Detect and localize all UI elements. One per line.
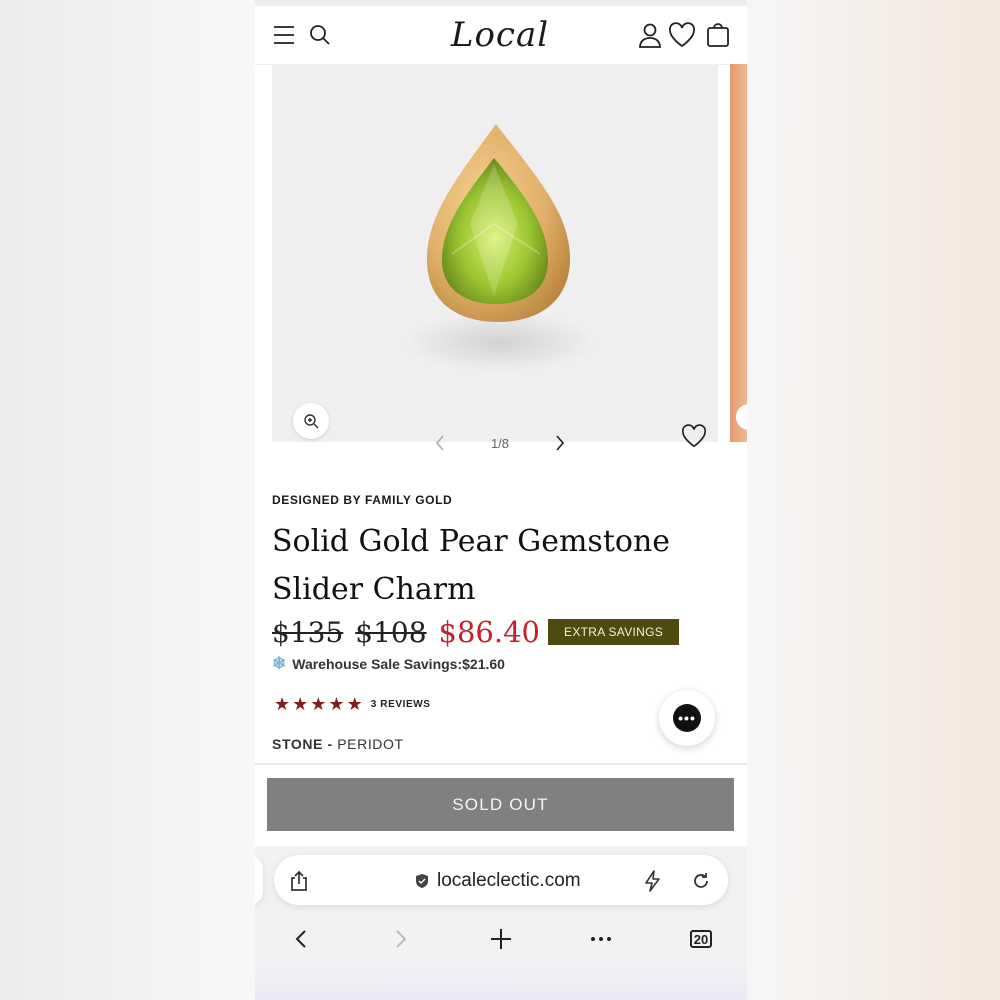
savings-text: Warehouse Sale Savings:$21.60 <box>292 656 505 672</box>
back-button[interactable] <box>283 924 319 954</box>
site-header: Local Eclectic <box>255 6 747 105</box>
share-icon[interactable] <box>286 868 312 894</box>
search-icon[interactable] <box>305 20 335 50</box>
price-original: $135 <box>272 615 344 649</box>
previous-tab-pill[interactable] <box>255 855 263 905</box>
star-icon: ★ <box>310 694 327 714</box>
designer-label: DESIGNED BY FAMILY GOLD <box>272 493 453 507</box>
browser-toolbar: localeclectic.com 20 <box>255 846 747 1000</box>
image-counter: 1/8 <box>490 435 510 451</box>
heart-icon <box>682 424 706 448</box>
price-previous: $108 <box>355 615 427 649</box>
chevron-left-icon <box>295 930 306 948</box>
reviews-link[interactable]: 3 REVIEWS <box>371 699 431 710</box>
chat-button[interactable]: ••• <box>659 690 715 746</box>
new-tab-button[interactable] <box>483 924 519 954</box>
chevron-left-icon <box>435 435 444 451</box>
chevron-right-icon <box>396 930 407 948</box>
zoom-button[interactable] <box>293 403 329 439</box>
gallery-pager: 1/8 <box>435 430 565 456</box>
more-icon <box>591 937 611 941</box>
account-icon[interactable] <box>635 20 665 50</box>
toolbar-fade <box>255 966 747 1000</box>
reload-icon[interactable] <box>688 868 714 894</box>
sold-out-button[interactable]: SOLD OUT <box>267 778 734 831</box>
chevron-right-icon <box>556 435 565 451</box>
product-image[interactable] <box>272 64 718 442</box>
pear-charm-photo <box>405 124 595 372</box>
chat-icon: ••• <box>673 704 701 732</box>
lightning-icon[interactable] <box>640 868 666 894</box>
prev-image-button[interactable] <box>435 435 445 451</box>
bag-icon[interactable] <box>703 20 733 50</box>
menu-icon[interactable] <box>269 20 299 50</box>
forward-button[interactable] <box>383 924 419 954</box>
wishlist-button[interactable] <box>681 424 707 453</box>
star-icon: ★ <box>292 694 309 714</box>
shield-icon <box>416 874 428 888</box>
url-text: localeclectic.com <box>437 870 581 891</box>
url-display[interactable]: localeclectic.com <box>415 868 581 894</box>
site-logo[interactable]: Local Eclectic <box>375 10 625 105</box>
savings-line: ❄ Warehouse Sale Savings:$21.60 <box>272 654 505 674</box>
tabs-button[interactable]: 20 <box>683 924 719 954</box>
more-button[interactable] <box>583 924 619 954</box>
zoom-icon <box>304 414 319 429</box>
address-bar[interactable]: localeclectic.com <box>274 855 728 905</box>
stone-option-value: PERIDOT <box>337 736 404 752</box>
price-sale: $86.40 <box>438 615 541 649</box>
tab-count: 20 <box>690 930 712 948</box>
star-icon: ★ <box>346 694 363 714</box>
divider <box>255 763 747 765</box>
heart-icon[interactable] <box>667 20 697 50</box>
snowflake-icon: ❄ <box>272 654 287 673</box>
phone-screen: Local Eclectic <box>255 0 747 1000</box>
stone-option: STONE - PERIDOT <box>272 736 404 752</box>
next-image-button[interactable] <box>555 435 565 451</box>
product-title: Solid Gold Pear Gemstone Slider Charm <box>272 524 671 607</box>
price-row: $135 $108 $86.40 EXTRA SAVINGS <box>272 612 680 652</box>
stone-option-label: STONE - <box>272 736 333 752</box>
star-icon: ★ <box>274 694 291 714</box>
next-image-peek[interactable] <box>730 64 747 442</box>
rating-row: ★ ★ ★ ★ ★ 3 REVIEWS <box>274 694 431 715</box>
extra-savings-badge: EXTRA SAVINGS <box>548 619 680 645</box>
star-icon: ★ <box>328 694 345 714</box>
plus-icon <box>491 929 511 949</box>
